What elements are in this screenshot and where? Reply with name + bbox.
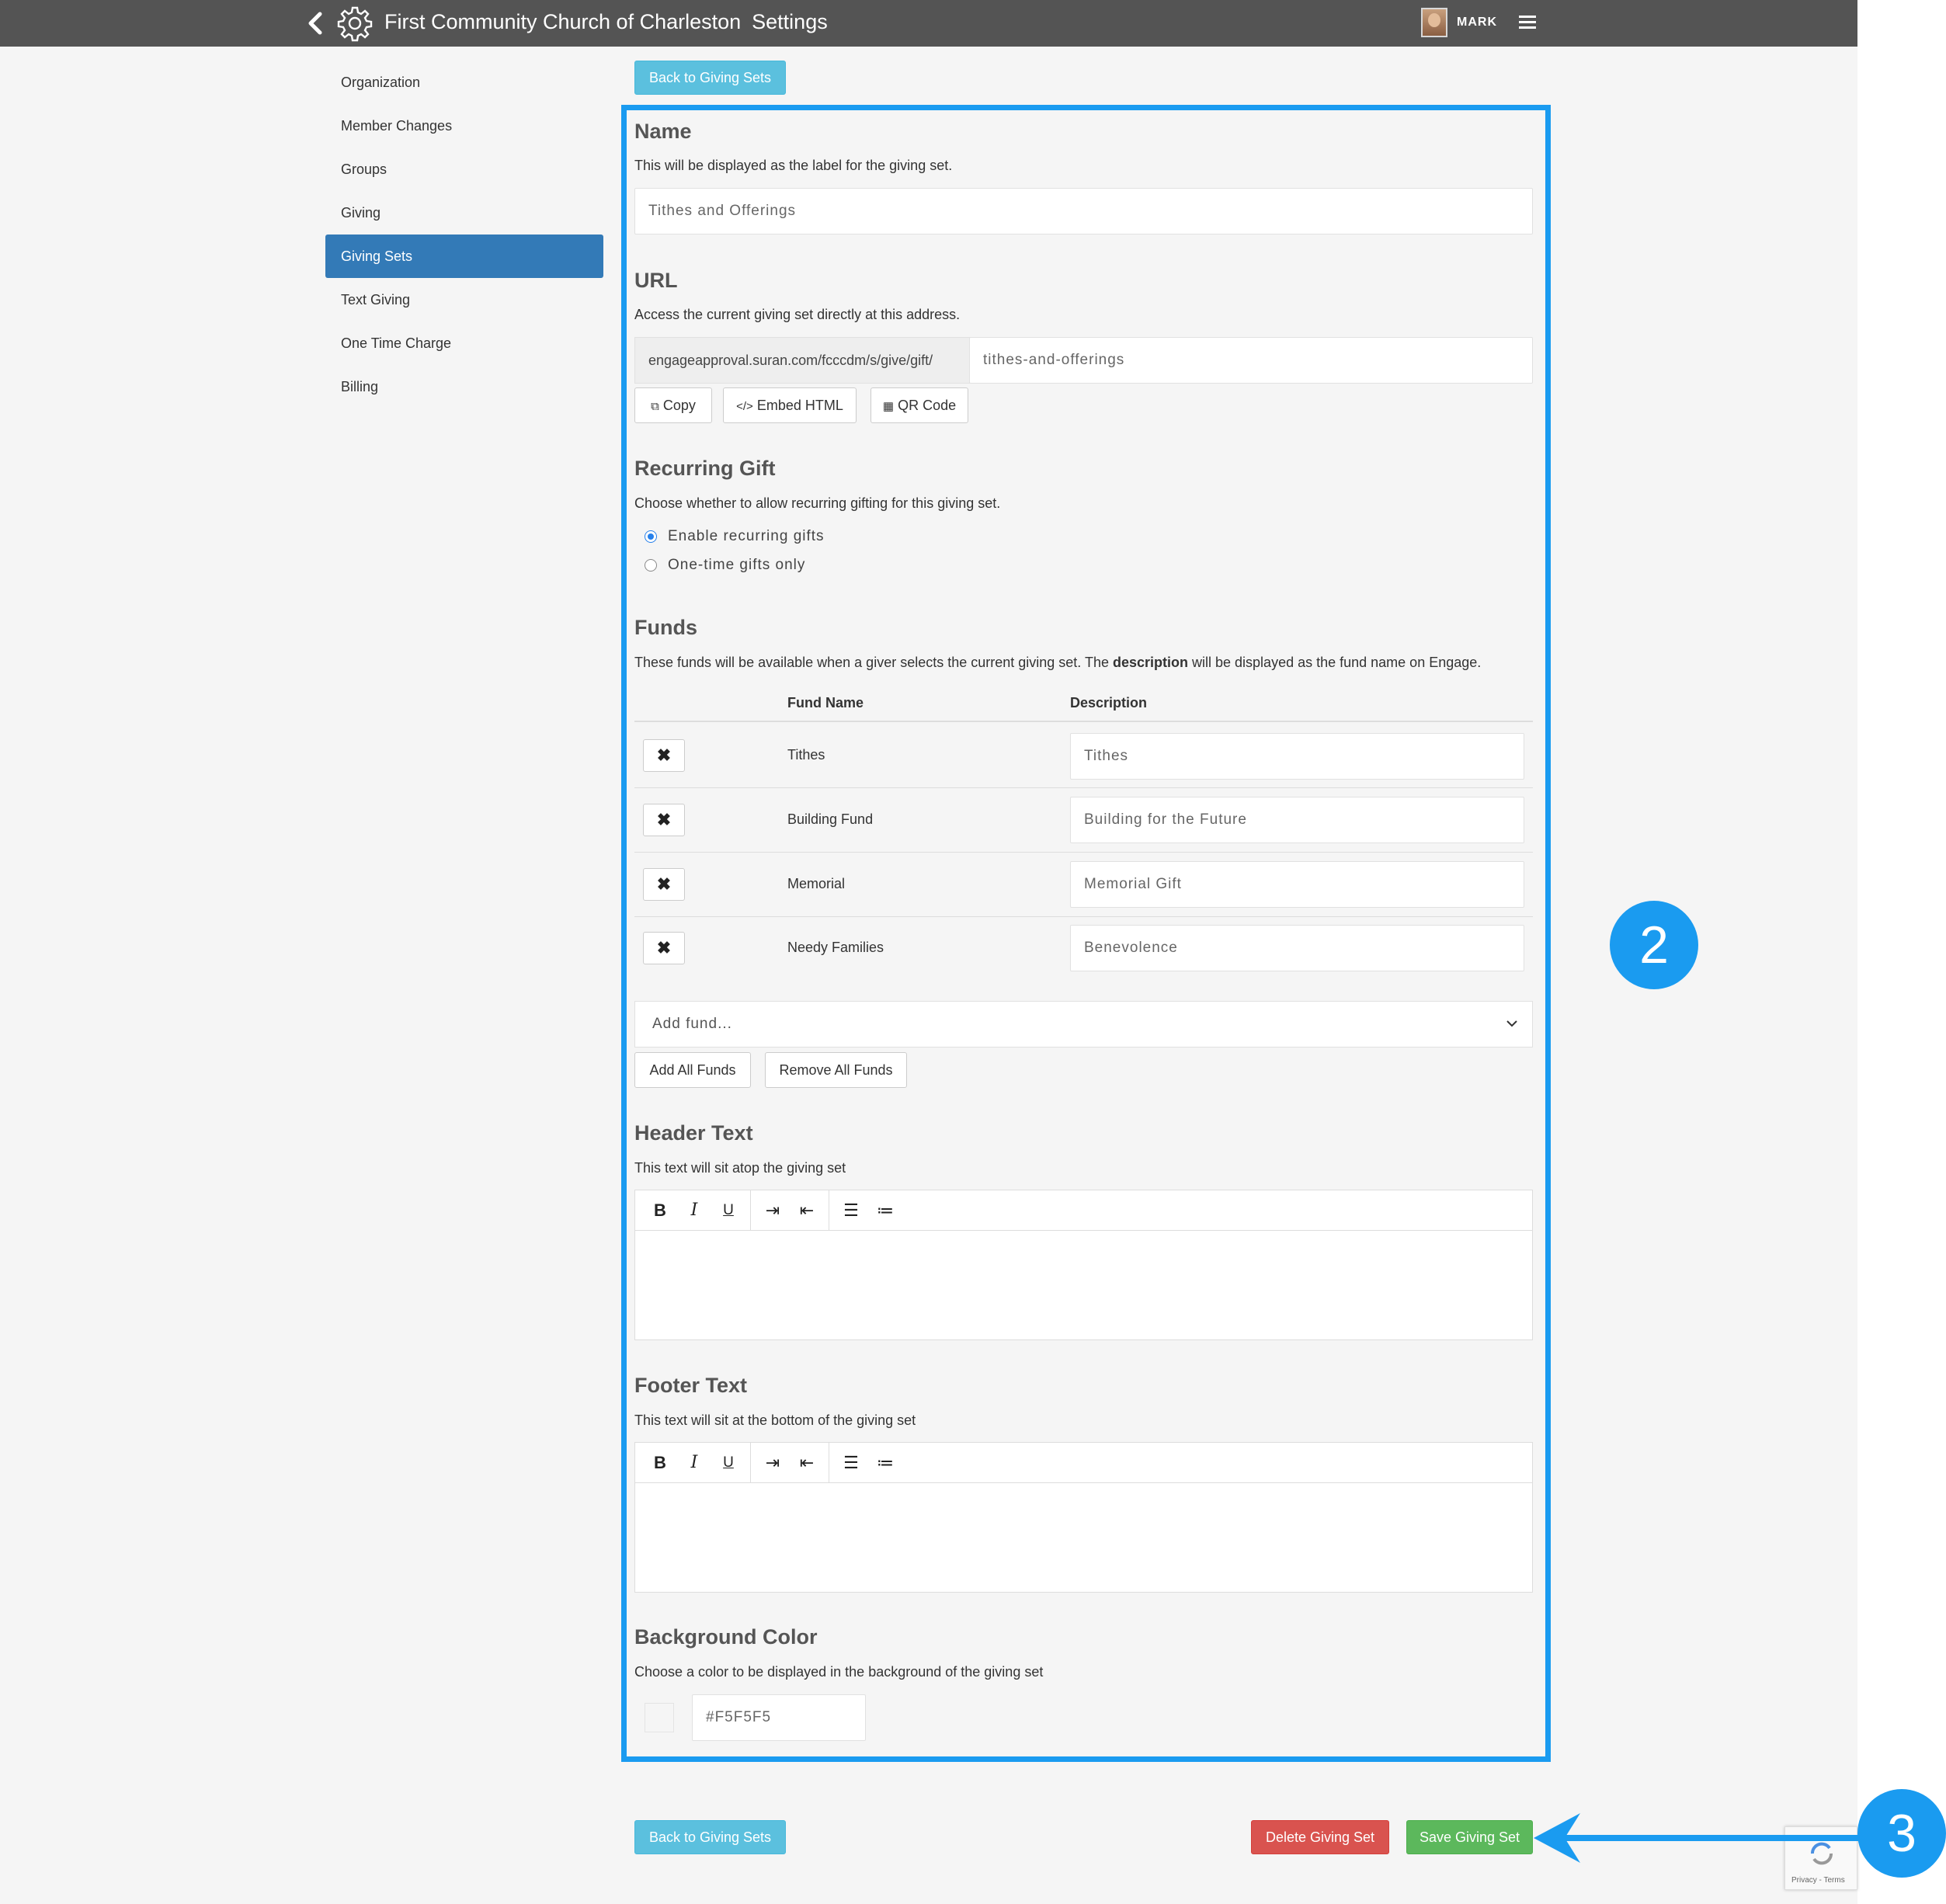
sidebar-item-giving[interactable]: Giving	[325, 191, 603, 235]
sidebar-item-member-changes[interactable]: Member Changes	[325, 104, 603, 148]
back-to-giving-sets-button-bottom[interactable]: Back to Giving Sets	[634, 1820, 786, 1854]
sidebar-item-billing[interactable]: Billing	[325, 365, 603, 408]
annotation-arrow-icon	[1534, 1813, 1868, 1863]
step-3-badge: 3	[1857, 1789, 1946, 1878]
save-giving-set-button[interactable]: Save Giving Set	[1406, 1820, 1533, 1854]
back-arrow-icon[interactable]	[304, 8, 328, 39]
sidebar-item-one-time-charge[interactable]: One Time Charge	[325, 321, 603, 365]
step-2-badge: 2	[1610, 901, 1698, 989]
sidebar-item-giving-sets[interactable]: Giving Sets	[325, 235, 603, 278]
delete-giving-set-button[interactable]: Delete Giving Set	[1251, 1820, 1389, 1854]
top-bar: First Community Church of Charleston Sett…	[0, 0, 1857, 47]
sidebar-item-groups[interactable]: Groups	[325, 148, 603, 191]
user-name[interactable]: MARK	[1457, 16, 1497, 30]
annotation-highlight-box	[621, 105, 1551, 1762]
sidebar-item-text-giving[interactable]: Text Giving	[325, 278, 603, 321]
org-name: First Community Church of Charleston	[384, 10, 742, 33]
app-window: First Community Church of Charleston Sett…	[0, 0, 1857, 1904]
back-to-giving-sets-button[interactable]: Back to Giving Sets	[634, 61, 786, 95]
section-name: Settings	[752, 10, 828, 33]
sidebar-item-organization[interactable]: Organization	[325, 61, 603, 104]
avatar[interactable]	[1421, 8, 1447, 37]
page-title: First Community Church of Charleston Sett…	[384, 10, 839, 34]
settings-sidebar: Organization Member Changes Groups Givin…	[325, 61, 603, 408]
recaptcha-text: Privacy - Terms	[1791, 1876, 1845, 1885]
gear-icon	[337, 6, 373, 42]
menu-icon[interactable]	[1519, 16, 1536, 30]
